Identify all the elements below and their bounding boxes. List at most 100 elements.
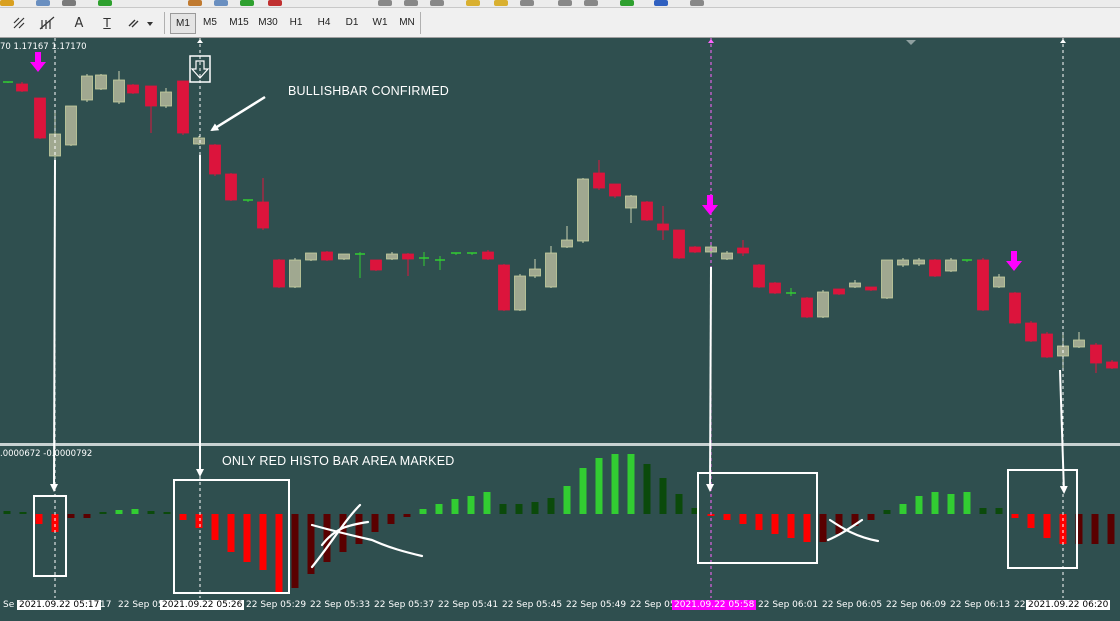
add-indicator-icon[interactable]	[620, 0, 634, 6]
histogram-bar-62	[979, 508, 987, 514]
histogram-bar-9	[131, 509, 139, 514]
candle-49	[769, 282, 781, 294]
stop-icon[interactable]	[268, 0, 282, 6]
timeframe-m5[interactable]: M5	[198, 13, 222, 32]
price-chart[interactable]	[0, 38, 1120, 443]
time-label-4: 22 Sep 05	[118, 600, 164, 610]
histogram-bar-58	[915, 496, 923, 514]
time-label-14: 22 Sep 06:01	[758, 600, 819, 610]
candle-body	[849, 282, 861, 288]
new-chart-icon[interactable]	[98, 0, 112, 6]
indicator-pane[interactable]	[0, 446, 1120, 598]
navigator-icon[interactable]	[654, 0, 668, 6]
candle-51	[801, 297, 813, 318]
timeframe-mn[interactable]: MN	[396, 13, 418, 32]
candle-52	[817, 290, 829, 318]
expert-icon[interactable]	[188, 0, 202, 6]
templates-icon[interactable]	[520, 0, 534, 6]
candle-59	[929, 259, 941, 277]
period-sep-icon[interactable]	[558, 0, 572, 6]
timeframe-m15[interactable]: M15	[226, 13, 252, 32]
window-icon[interactable]	[214, 0, 228, 6]
time-label-1: Se	[3, 600, 15, 610]
time-label-19: 2021.09.22 06:20	[1026, 600, 1111, 610]
histogram-bar-41	[643, 464, 651, 514]
timeframe-h1[interactable]: H1	[284, 13, 308, 32]
time-label-15: 22 Sep 06:05	[822, 600, 883, 610]
candle-body	[561, 239, 573, 248]
fib-tool-icon[interactable]	[36, 13, 58, 33]
histogram-bar-42	[659, 478, 667, 514]
histogram-bar-18	[275, 514, 283, 592]
timeframe-w1[interactable]: W1	[368, 13, 392, 32]
terminal-icon[interactable]	[690, 0, 704, 6]
candle-body	[370, 259, 382, 271]
timeframe-h4[interactable]: H4	[312, 13, 336, 32]
volumes-icon[interactable]	[584, 0, 598, 6]
indicator-readout: .0000672 -0.0000792	[0, 449, 93, 459]
time-label-13: 2021.09.22 05:58	[672, 600, 757, 610]
candle-39	[609, 183, 621, 198]
histogram-bar-43	[675, 494, 683, 514]
candle-32	[498, 264, 510, 311]
time-label-9: 22 Sep 05:41	[438, 600, 499, 610]
histo-annotation: ONLY RED HISTO BAR AREA MARKED	[222, 454, 455, 468]
candle-body	[145, 85, 157, 107]
candle-body	[737, 247, 749, 254]
autotrade-icon[interactable]	[240, 0, 254, 6]
candle-56	[881, 259, 893, 299]
histogram-bar-17	[259, 514, 267, 570]
zoom-icon[interactable]	[62, 0, 76, 6]
timeframe-m30[interactable]: M30	[256, 13, 280, 32]
histogram-bar-51	[803, 514, 811, 542]
time-label-18: 22	[1014, 600, 1026, 610]
histogram-bar-59	[931, 492, 939, 514]
candle-21	[321, 251, 333, 261]
candle-body	[833, 288, 845, 295]
histogram-bar-23	[355, 514, 363, 544]
time-label-3: :17	[97, 600, 112, 610]
timeframe-m1[interactable]: M1	[170, 13, 196, 34]
grid-icon[interactable]	[430, 0, 444, 6]
candle-41	[641, 201, 653, 221]
candle-body	[65, 105, 77, 146]
candle-body	[386, 253, 398, 260]
shapes-dropdown-icon[interactable]	[126, 13, 156, 33]
histogram-bar-22	[339, 514, 347, 552]
chart-shift-icon[interactable]	[378, 0, 392, 6]
text-tool-icon[interactable]: A	[68, 13, 90, 33]
histogram-bar-64	[1011, 514, 1019, 518]
cursor-tool-icon[interactable]	[8, 13, 30, 33]
histogram-bar-5	[67, 514, 75, 518]
histogram-bar-35	[547, 498, 555, 514]
histogram-bar-2	[19, 512, 27, 514]
pencil2-icon[interactable]	[494, 0, 508, 6]
time-label-12: 22 Sep 05	[630, 600, 676, 610]
histogram-bar-60	[947, 494, 955, 514]
open-icon[interactable]	[0, 0, 14, 6]
profiles-icon[interactable]	[36, 0, 50, 6]
timeframe-d1[interactable]: D1	[340, 13, 364, 32]
candle-6	[81, 74, 93, 102]
pencil-icon[interactable]	[466, 0, 480, 6]
candle-body	[801, 297, 813, 318]
histogram-bar-3	[35, 514, 43, 524]
toolbar-top-strip	[0, 0, 1120, 8]
candle-body	[817, 291, 829, 318]
candle-body	[945, 259, 957, 272]
candle-53	[833, 288, 845, 295]
label-tool-icon[interactable]: T	[96, 13, 118, 33]
autoscroll-icon[interactable]	[404, 0, 418, 6]
candle-body	[305, 252, 317, 261]
histogram-bar-10	[147, 511, 155, 514]
histogram-bar-61	[963, 492, 971, 514]
candle-body	[482, 251, 494, 260]
histogram-bar-21	[323, 514, 331, 562]
histogram-bar-7	[99, 512, 107, 514]
candle-body	[545, 252, 557, 288]
candle-body	[929, 259, 941, 277]
histogram-bar-16	[243, 514, 251, 562]
price-readout: 70 1.17167 1.17170	[0, 42, 87, 52]
histogram-bar-14	[211, 514, 219, 540]
time-label-17: 22 Sep 06:13	[950, 600, 1011, 610]
